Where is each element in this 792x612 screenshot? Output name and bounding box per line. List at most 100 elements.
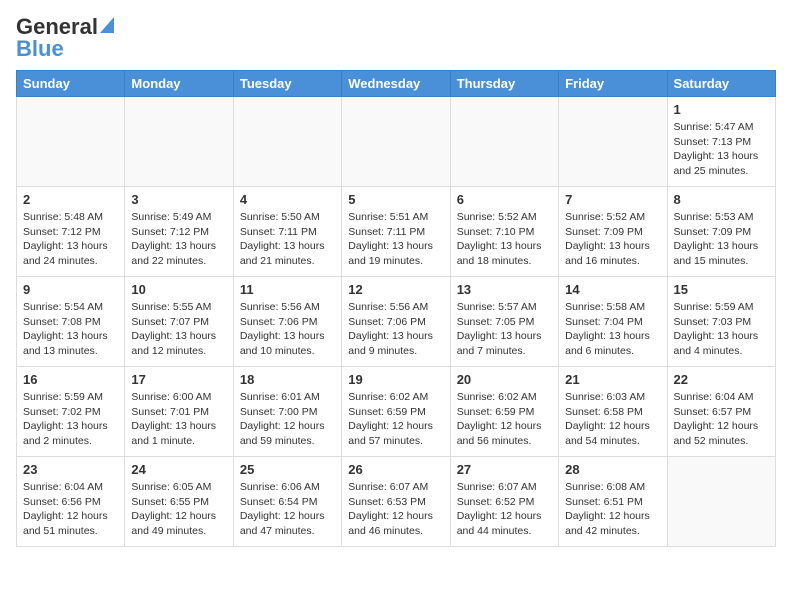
day-number: 22: [674, 372, 769, 387]
calendar-day-27: 27 Sunrise: 6:07 AM Sunset: 6:52 PM Dayli…: [450, 457, 558, 547]
calendar-day-11: 11 Sunrise: 5:56 AM Sunset: 7:06 PM Dayli…: [233, 277, 341, 367]
day-info: Sunrise: 5:47 AM Sunset: 7:13 PM Dayligh…: [674, 120, 769, 179]
calendar-day-13: 13 Sunrise: 5:57 AM Sunset: 7:05 PM Dayli…: [450, 277, 558, 367]
day-info: Sunrise: 6:05 AM Sunset: 6:55 PM Dayligh…: [131, 480, 226, 539]
day-info: Sunrise: 6:02 AM Sunset: 6:59 PM Dayligh…: [348, 390, 443, 449]
day-info: Sunrise: 5:50 AM Sunset: 7:11 PM Dayligh…: [240, 210, 335, 269]
day-info: Sunrise: 5:52 AM Sunset: 7:10 PM Dayligh…: [457, 210, 552, 269]
logo-general-text: General: [16, 16, 98, 38]
calendar-day-12: 12 Sunrise: 5:56 AM Sunset: 7:06 PM Dayli…: [342, 277, 450, 367]
calendar-day-28: 28 Sunrise: 6:08 AM Sunset: 6:51 PM Dayli…: [559, 457, 667, 547]
day-number: 4: [240, 192, 335, 207]
calendar-day-16: 16 Sunrise: 5:59 AM Sunset: 7:02 PM Dayli…: [17, 367, 125, 457]
calendar-day-22: 22 Sunrise: 6:04 AM Sunset: 6:57 PM Dayli…: [667, 367, 775, 457]
calendar-table: SundayMondayTuesdayWednesdayThursdayFrid…: [16, 70, 776, 547]
calendar-day-3: 3Sunrise: 5:49 AM Sunset: 7:12 PM Daylig…: [125, 187, 233, 277]
weekday-header-friday: Friday: [559, 71, 667, 97]
calendar-day-empty: [233, 97, 341, 187]
day-number: 28: [565, 462, 660, 477]
calendar-day-8: 8 Sunrise: 5:53 AM Sunset: 7:09 PM Daylig…: [667, 187, 775, 277]
day-info: Sunrise: 5:49 AM Sunset: 7:12 PM Dayligh…: [131, 210, 226, 269]
calendar-day-empty: [125, 97, 233, 187]
day-info: Sunrise: 5:52 AM Sunset: 7:09 PM Dayligh…: [565, 210, 660, 269]
day-number: 7: [565, 192, 660, 207]
calendar-day-5: 5 Sunrise: 5:51 AM Sunset: 7:11 PM Daylig…: [342, 187, 450, 277]
day-info: Sunrise: 5:57 AM Sunset: 7:05 PM Dayligh…: [457, 300, 552, 359]
day-number: 21: [565, 372, 660, 387]
calendar-day-24: 24Sunrise: 6:05 AM Sunset: 6:55 PM Dayli…: [125, 457, 233, 547]
day-number: 26: [348, 462, 443, 477]
calendar-day-14: 14 Sunrise: 5:58 AM Sunset: 7:04 PM Dayli…: [559, 277, 667, 367]
calendar-day-9: 9 Sunrise: 5:54 AM Sunset: 7:08 PM Daylig…: [17, 277, 125, 367]
day-number: 12: [348, 282, 443, 297]
logo: General Blue: [16, 16, 114, 60]
day-number: 19: [348, 372, 443, 387]
weekday-header-wednesday: Wednesday: [342, 71, 450, 97]
calendar-week-row: 23Sunrise: 6:04 AM Sunset: 6:56 PM Dayli…: [17, 457, 776, 547]
day-number: 10: [131, 282, 226, 297]
logo-blue-text: Blue: [16, 38, 64, 60]
calendar-day-2: 2Sunrise: 5:48 AM Sunset: 7:12 PM Daylig…: [17, 187, 125, 277]
day-info: Sunrise: 5:53 AM Sunset: 7:09 PM Dayligh…: [674, 210, 769, 269]
calendar-day-empty: [667, 457, 775, 547]
day-info: Sunrise: 5:56 AM Sunset: 7:06 PM Dayligh…: [348, 300, 443, 359]
day-info: Sunrise: 6:07 AM Sunset: 6:53 PM Dayligh…: [348, 480, 443, 539]
day-info: Sunrise: 5:58 AM Sunset: 7:04 PM Dayligh…: [565, 300, 660, 359]
day-number: 15: [674, 282, 769, 297]
calendar-day-23: 23Sunrise: 6:04 AM Sunset: 6:56 PM Dayli…: [17, 457, 125, 547]
day-number: 20: [457, 372, 552, 387]
day-number: 1: [674, 102, 769, 117]
day-info: Sunrise: 5:55 AM Sunset: 7:07 PM Dayligh…: [131, 300, 226, 359]
day-info: Sunrise: 6:08 AM Sunset: 6:51 PM Dayligh…: [565, 480, 660, 539]
calendar-day-6: 6 Sunrise: 5:52 AM Sunset: 7:10 PM Daylig…: [450, 187, 558, 277]
calendar-day-1: 1 Sunrise: 5:47 AM Sunset: 7:13 PM Daylig…: [667, 97, 775, 187]
day-info: Sunrise: 5:51 AM Sunset: 7:11 PM Dayligh…: [348, 210, 443, 269]
day-number: 6: [457, 192, 552, 207]
calendar-day-21: 21 Sunrise: 6:03 AM Sunset: 6:58 PM Dayli…: [559, 367, 667, 457]
weekday-header-thursday: Thursday: [450, 71, 558, 97]
day-info: Sunrise: 6:03 AM Sunset: 6:58 PM Dayligh…: [565, 390, 660, 449]
day-number: 9: [23, 282, 118, 297]
calendar-day-26: 26 Sunrise: 6:07 AM Sunset: 6:53 PM Dayli…: [342, 457, 450, 547]
day-number: 25: [240, 462, 335, 477]
calendar-day-empty: [559, 97, 667, 187]
calendar-day-empty: [342, 97, 450, 187]
calendar-day-empty: [17, 97, 125, 187]
page-header: General Blue: [16, 16, 776, 60]
day-number: 11: [240, 282, 335, 297]
day-info: Sunrise: 5:54 AM Sunset: 7:08 PM Dayligh…: [23, 300, 118, 359]
day-info: Sunrise: 6:01 AM Sunset: 7:00 PM Dayligh…: [240, 390, 335, 449]
calendar-day-15: 15 Sunrise: 5:59 AM Sunset: 7:03 PM Dayli…: [667, 277, 775, 367]
weekday-header-sunday: Sunday: [17, 71, 125, 97]
calendar-day-4: 4 Sunrise: 5:50 AM Sunset: 7:11 PM Daylig…: [233, 187, 341, 277]
day-info: Sunrise: 5:48 AM Sunset: 7:12 PM Dayligh…: [23, 210, 118, 269]
day-number: 13: [457, 282, 552, 297]
calendar-day-17: 17Sunrise: 6:00 AM Sunset: 7:01 PM Dayli…: [125, 367, 233, 457]
day-number: 18: [240, 372, 335, 387]
calendar-day-25: 25 Sunrise: 6:06 AM Sunset: 6:54 PM Dayli…: [233, 457, 341, 547]
day-number: 8: [674, 192, 769, 207]
calendar-header-row: SundayMondayTuesdayWednesdayThursdayFrid…: [17, 71, 776, 97]
weekday-header-tuesday: Tuesday: [233, 71, 341, 97]
calendar-week-row: 1 Sunrise: 5:47 AM Sunset: 7:13 PM Daylig…: [17, 97, 776, 187]
day-info: Sunrise: 6:00 AM Sunset: 7:01 PM Dayligh…: [131, 390, 226, 449]
calendar-day-7: 7 Sunrise: 5:52 AM Sunset: 7:09 PM Daylig…: [559, 187, 667, 277]
day-info: Sunrise: 6:07 AM Sunset: 6:52 PM Dayligh…: [457, 480, 552, 539]
calendar-week-row: 16 Sunrise: 5:59 AM Sunset: 7:02 PM Dayli…: [17, 367, 776, 457]
weekday-header-saturday: Saturday: [667, 71, 775, 97]
day-info: Sunrise: 5:59 AM Sunset: 7:03 PM Dayligh…: [674, 300, 769, 359]
day-number: 16: [23, 372, 118, 387]
day-info: Sunrise: 6:06 AM Sunset: 6:54 PM Dayligh…: [240, 480, 335, 539]
day-info: Sunrise: 6:02 AM Sunset: 6:59 PM Dayligh…: [457, 390, 552, 449]
day-info: Sunrise: 6:04 AM Sunset: 6:56 PM Dayligh…: [23, 480, 118, 539]
day-info: Sunrise: 6:04 AM Sunset: 6:57 PM Dayligh…: [674, 390, 769, 449]
calendar-day-empty: [450, 97, 558, 187]
day-number: 14: [565, 282, 660, 297]
day-number: 27: [457, 462, 552, 477]
calendar-day-19: 19 Sunrise: 6:02 AM Sunset: 6:59 PM Dayli…: [342, 367, 450, 457]
calendar-day-10: 10 Sunrise: 5:55 AM Sunset: 7:07 PM Dayli…: [125, 277, 233, 367]
day-info: Sunrise: 5:56 AM Sunset: 7:06 PM Dayligh…: [240, 300, 335, 359]
day-number: 5: [348, 192, 443, 207]
day-info: Sunrise: 5:59 AM Sunset: 7:02 PM Dayligh…: [23, 390, 118, 449]
weekday-header-monday: Monday: [125, 71, 233, 97]
